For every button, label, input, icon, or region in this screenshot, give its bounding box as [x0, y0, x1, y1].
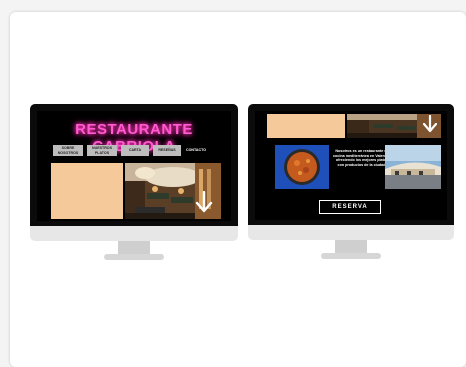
nav-link-contacto[interactable]: CONTACTO [186, 148, 206, 152]
beige-content-block [267, 114, 345, 138]
monitor-stand-neck [335, 240, 367, 254]
left-screen: RESTAURANTE CABRIOLA SOBRE NOSOTROS NUES… [37, 111, 231, 221]
preview-card[interactable]: RESTAURANTE CABRIOLA SOBRE NOSOTROS NUES… [10, 12, 466, 367]
restaurant-exterior-photo [385, 145, 441, 189]
reserva-button[interactable]: RESERVA [319, 200, 381, 214]
nav-button-carta[interactable]: CARTA [121, 145, 149, 156]
monitor-chin [248, 225, 454, 240]
nav-button-resenas[interactable]: RESEÑAS [153, 145, 181, 156]
beige-content-block [51, 163, 123, 219]
monitor-chin [30, 226, 238, 241]
nav-button-nuestros-platos[interactable]: NUESTROS PLATOS [87, 145, 117, 156]
scroll-down-arrow-icon[interactable] [195, 191, 213, 213]
restaurant-description: Nosotros es un restaurante de cocina med… [333, 149, 392, 167]
paella-dish-photo [275, 145, 329, 189]
right-screen: Nosotros es un restaurante de cocina med… [255, 111, 447, 220]
monitor-stand-neck [118, 241, 150, 255]
nav-button-sobre-nosotros[interactable]: SOBRE NOSOTROS [53, 145, 83, 156]
monitor-stand-foot [104, 254, 164, 260]
scroll-down-arrow-icon[interactable] [423, 115, 437, 133]
right-monitor-mockup: Nosotros es un restaurante de cocina med… [248, 104, 454, 270]
monitor-stand-foot [321, 253, 381, 259]
left-monitor-mockup: RESTAURANTE CABRIOLA SOBRE NOSOTROS NUES… [30, 104, 238, 272]
